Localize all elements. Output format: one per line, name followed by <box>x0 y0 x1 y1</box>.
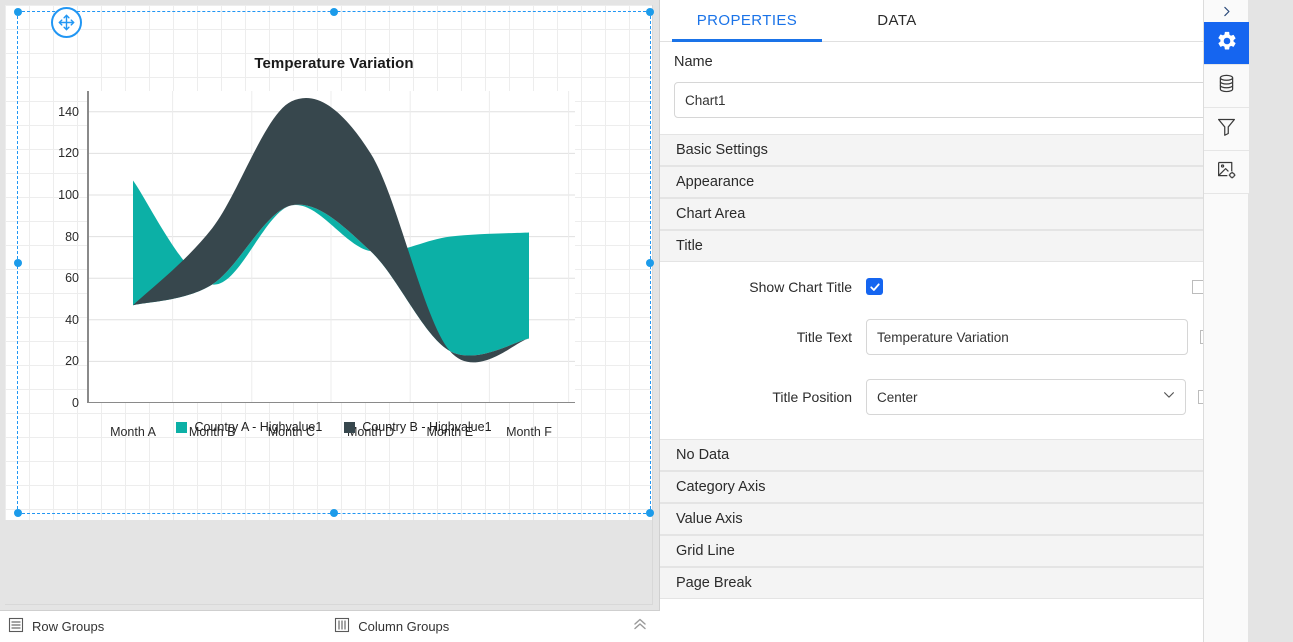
accordion-basic-settings[interactable]: Basic Settings + <box>660 134 1248 166</box>
accordion-page-break[interactable]: Page Break + <box>660 567 1248 599</box>
accordion-appearance-label: Appearance <box>676 174 755 190</box>
title-position-select[interactable]: Center <box>866 379 1186 415</box>
chart-legend: Country A - Highvalue1 Country B - Highva… <box>25 420 643 434</box>
database-icon <box>1216 73 1237 99</box>
accordion-basic-settings-label: Basic Settings <box>676 142 768 158</box>
accordion-category-axis-label: Category Axis <box>676 479 766 495</box>
accordion-chart-area-label: Chart Area <box>676 206 746 222</box>
properties-panel: PROPERTIES DATA Name Basic Settings + Ap… <box>660 0 1249 642</box>
rail-button-image-settings[interactable] <box>1204 151 1249 194</box>
rows-icon <box>8 617 24 636</box>
title-position-label: Title Position <box>772 389 852 405</box>
value-axis-tick-label: 20 <box>65 354 79 369</box>
accordion-category-axis[interactable]: Category Axis + <box>660 471 1248 503</box>
filter-icon <box>1216 116 1237 142</box>
chart-name-input[interactable] <box>674 82 1234 118</box>
title-settings-body: Show Chart Title Title Text Temperature … <box>660 262 1248 439</box>
resize-handle-middle-left[interactable] <box>14 258 22 267</box>
accordion-grid-line-label: Grid Line <box>676 543 735 559</box>
rail-button-data[interactable] <box>1204 65 1249 108</box>
chevron-double-up-icon <box>632 616 648 637</box>
groups-status-bar: Row Groups Column Groups <box>0 610 660 642</box>
panel-tabs: PROPERTIES DATA <box>660 0 1248 42</box>
accordion-grid-line[interactable]: Grid Line + <box>660 535 1248 567</box>
tab-properties[interactable]: PROPERTIES <box>672 0 822 42</box>
chevron-right-icon[interactable] <box>1204 0 1248 22</box>
chart-title: Temperature Variation <box>254 55 414 72</box>
column-groups-label: Column Groups <box>358 619 450 634</box>
resize-handle-middle-right[interactable] <box>646 258 654 267</box>
report-design-surface[interactable]: Temperature Variation 0 20 40 60 80 100 120 140… <box>0 0 660 642</box>
accordion-page-break-label: Page Break <box>676 575 752 591</box>
collapse-panel-button[interactable] <box>632 616 648 637</box>
value-axis-line <box>87 91 89 403</box>
accordion-value-axis[interactable]: Value Axis + <box>660 503 1248 535</box>
legend-item: Country A - Highvalue1 <box>176 420 322 434</box>
gear-icon <box>1216 30 1238 57</box>
accordion-value-axis-label: Value Axis <box>676 511 743 527</box>
legend-label: Country B - Highvalue1 <box>362 420 492 434</box>
show-chart-title-label: Show Chart Title <box>749 278 852 295</box>
tab-data-label: DATA <box>877 12 917 29</box>
resize-handle-bottom-right[interactable] <box>646 509 654 517</box>
title-position-row: Title Position Center <box>676 379 1232 415</box>
tab-properties-label: PROPERTIES <box>696 12 798 29</box>
columns-icon <box>334 617 350 636</box>
legend-swatch <box>176 421 188 433</box>
value-axis-tick-label: 40 <box>65 312 79 327</box>
accordion-no-data[interactable]: No Data + <box>660 439 1248 471</box>
legend-label: Country A - Highvalue1 <box>194 420 323 434</box>
row-groups-button[interactable]: Row Groups <box>8 617 104 636</box>
chart-svg <box>87 91 575 403</box>
rail-button-filter[interactable] <box>1204 108 1249 151</box>
accordion-chart-area[interactable]: Chart Area + <box>660 198 1248 230</box>
legend-swatch <box>344 421 356 433</box>
value-axis-tick-label: 60 <box>65 271 79 286</box>
legend-item: Country B - Highvalue1 <box>344 420 492 434</box>
rail-button-properties[interactable] <box>1204 22 1249 65</box>
show-chart-title-checkbox[interactable] <box>866 278 883 295</box>
row-groups-label: Row Groups <box>32 619 105 634</box>
resize-handle-bottom-center[interactable] <box>330 509 338 517</box>
title-text-input[interactable] <box>866 319 1188 355</box>
chart-designer-screen: Temperature Variation 0 20 40 60 80 100 120 140… <box>0 0 1293 642</box>
title-text-label: Title Text <box>796 329 852 345</box>
title-position-value: Center <box>877 389 918 405</box>
title-text-row: Title Text <box>676 319 1232 355</box>
name-section: Name <box>660 42 1248 134</box>
value-axis-tick-label: 140 <box>58 104 79 119</box>
image-settings-icon <box>1216 159 1237 185</box>
panel-content: Name Basic Settings + Appearance + Chart… <box>660 42 1248 642</box>
accordion-appearance[interactable]: Appearance + <box>660 166 1248 198</box>
show-chart-title-row: Show Chart Title <box>676 278 1232 295</box>
column-groups-button[interactable]: Column Groups <box>334 617 449 636</box>
plot-gridlines <box>87 91 575 403</box>
tab-data[interactable]: DATA <box>822 0 972 41</box>
resize-handle-top-left[interactable] <box>14 8 22 16</box>
resize-handle-top-center[interactable] <box>330 8 338 16</box>
resize-handle-bottom-left[interactable] <box>14 509 22 517</box>
value-axis-tick-label: 80 <box>65 229 79 244</box>
value-axis-tick-label: 100 <box>58 188 79 202</box>
name-label: Name <box>674 54 713 70</box>
accordion-title-label: Title <box>676 238 703 254</box>
accordion-title[interactable]: Title − <box>660 230 1248 262</box>
value-axis-tick-label: 120 <box>58 146 79 161</box>
value-axis-tick-label: 0 <box>72 396 79 410</box>
chart-preview[interactable]: Temperature Variation 0 20 40 60 80 100 120 140… <box>25 19 643 506</box>
chart-plot-area: 0 20 40 60 80 100 120 140 Month A Month B Month C… <box>58 91 575 439</box>
resize-handle-top-right[interactable] <box>646 8 654 16</box>
category-axis-line <box>87 401 575 403</box>
accordion-no-data-label: No Data <box>676 447 730 463</box>
panel-icon-rail <box>1203 0 1249 642</box>
